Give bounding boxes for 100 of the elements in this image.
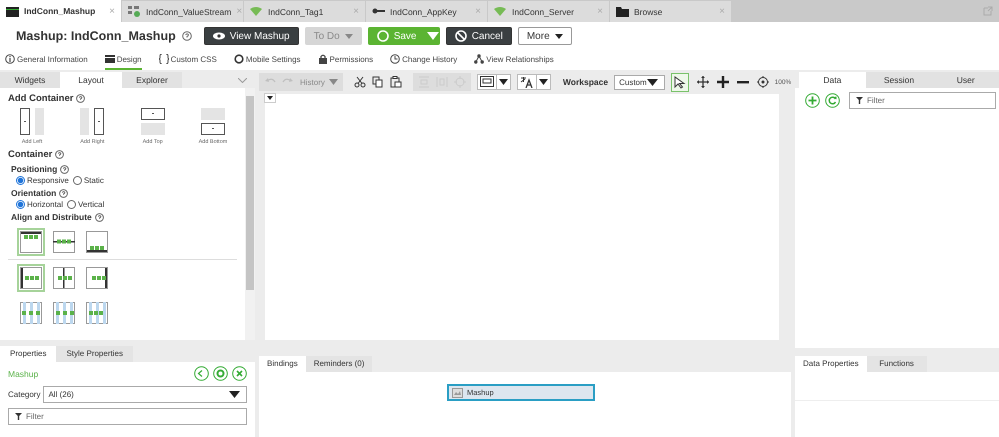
language-dropdown[interactable] bbox=[516, 74, 551, 90]
panel-tab[interactable]: Widgets bbox=[0, 72, 60, 88]
document-tab[interactable]: IndConn_AppKey × bbox=[366, 1, 487, 22]
alignment-icon bbox=[53, 267, 75, 289]
caret-icon bbox=[344, 34, 353, 38]
container-layout-icon[interactable] bbox=[20, 108, 44, 135]
nav-link[interactable]: View Relationships bbox=[474, 50, 554, 70]
container-layout-icon[interactable] bbox=[80, 108, 104, 135]
panel-tab[interactable]: Reminders (0) bbox=[306, 356, 372, 372]
panel-tab[interactable]: Explorer bbox=[122, 72, 182, 88]
filter-icon bbox=[15, 413, 22, 420]
document-tab[interactable]: IndConn_ValueStream × bbox=[122, 1, 243, 22]
pointer-icon bbox=[674, 76, 686, 88]
nav-link[interactable]: Custom CSS bbox=[158, 50, 217, 70]
help-icon bbox=[55, 150, 64, 159]
field-label: Workspace bbox=[562, 77, 608, 87]
window-icon bbox=[104, 54, 115, 64]
help-icon bbox=[182, 31, 192, 41]
align-option[interactable] bbox=[17, 264, 45, 292]
more-button[interactable]: More bbox=[518, 27, 572, 45]
zoom-in-icon[interactable] bbox=[716, 76, 729, 88]
caret-icon bbox=[328, 79, 338, 85]
cancel-button[interactable]: Cancel bbox=[446, 27, 512, 45]
nav-link[interactable]: General Information bbox=[5, 50, 88, 70]
panel-tab[interactable]: Functions bbox=[866, 356, 927, 372]
zoom-out-icon[interactable] bbox=[736, 80, 749, 84]
category-dropdown[interactable]: All (26) bbox=[43, 386, 247, 403]
document-tab[interactable]: IndConn_Mashup × bbox=[0, 0, 121, 22]
panel-tab[interactable]: Data Properties bbox=[795, 356, 867, 372]
radio-option[interactable]: Horizontal bbox=[16, 200, 64, 209]
pointer-tool[interactable] bbox=[670, 72, 689, 92]
caret-icon bbox=[538, 79, 548, 85]
cancel-icon bbox=[454, 30, 467, 42]
object-name: Mashup bbox=[8, 368, 38, 378]
align-option[interactable] bbox=[83, 228, 111, 256]
alignment-icon bbox=[20, 267, 42, 289]
panel-tab[interactable]: Session bbox=[866, 72, 932, 88]
wifi-icon bbox=[250, 6, 263, 17]
caret-icon bbox=[646, 78, 658, 86]
panel-tab[interactable]: Layout bbox=[60, 72, 122, 88]
scrollbar[interactable] bbox=[245, 88, 255, 340]
page-title: Mashup: IndConn_Mashup bbox=[16, 29, 176, 43]
nav-link[interactable]: Permissions bbox=[318, 50, 374, 70]
align-option[interactable] bbox=[17, 228, 45, 256]
radio-option[interactable]: Responsive bbox=[16, 176, 69, 185]
document-tab[interactable]: IndConn_Tag1 × bbox=[244, 1, 365, 22]
panel-tab[interactable]: Properties bbox=[0, 346, 56, 362]
nav-link[interactable]: Change History bbox=[390, 50, 458, 70]
panel-tab[interactable]: Bindings bbox=[259, 356, 306, 372]
section-heading: Positioning bbox=[11, 164, 58, 174]
copy-icon[interactable] bbox=[372, 76, 384, 88]
paste-icon[interactable] bbox=[390, 76, 402, 88]
folder-icon bbox=[616, 6, 629, 17]
info-icon bbox=[5, 54, 15, 64]
layout-icon bbox=[480, 76, 494, 88]
section-heading: Orientation bbox=[11, 188, 56, 198]
alignment-icon bbox=[86, 231, 108, 253]
cut-icon[interactable] bbox=[354, 76, 366, 88]
radio-option[interactable]: Static bbox=[72, 176, 104, 185]
circle-icon bbox=[376, 30, 389, 42]
add-icon[interactable] bbox=[805, 93, 820, 108]
alignment-icon bbox=[86, 302, 108, 324]
section-heading: Container bbox=[8, 149, 52, 160]
align-option[interactable] bbox=[83, 264, 111, 292]
help-icon bbox=[60, 164, 70, 174]
settings-icon[interactable] bbox=[213, 366, 228, 381]
alignment-icon bbox=[20, 302, 42, 324]
caret-icon bbox=[498, 79, 508, 85]
refresh-icon[interactable] bbox=[825, 93, 840, 108]
nav-link[interactable]: Mobile Settings bbox=[234, 50, 301, 70]
panel-tab[interactable]: User bbox=[932, 72, 999, 88]
document-tab[interactable]: Browse × bbox=[610, 1, 731, 22]
dropdown-toggle-icon[interactable] bbox=[264, 93, 276, 103]
language-icon bbox=[520, 76, 534, 88]
alignment-icon bbox=[53, 302, 75, 324]
lock-icon bbox=[318, 54, 328, 64]
layout-dropdown[interactable] bbox=[476, 74, 511, 90]
panel-tab[interactable]: Data bbox=[799, 72, 866, 88]
caret-icon bbox=[554, 34, 563, 38]
filter-field[interactable]: Filter bbox=[8, 408, 247, 425]
radio-option[interactable]: Vertical bbox=[67, 200, 104, 209]
tab-label: IndConn_Tag1 bbox=[268, 6, 324, 16]
filter-field[interactable]: Filter bbox=[849, 92, 996, 109]
document-tab[interactable]: IndConn_Server × bbox=[488, 1, 609, 22]
nav-link[interactable]: Design bbox=[104, 50, 142, 70]
workspace-dropdown[interactable]: Custom bbox=[614, 74, 665, 90]
external-link-icon bbox=[983, 6, 993, 16]
braces-icon bbox=[158, 54, 169, 64]
move-icon[interactable] bbox=[696, 76, 709, 88]
target-icon[interactable] bbox=[756, 76, 769, 88]
view-button[interactable]: View Mashup bbox=[204, 27, 299, 45]
align-option[interactable] bbox=[50, 264, 78, 292]
clock-icon bbox=[390, 54, 400, 64]
close-icon[interactable] bbox=[232, 366, 247, 381]
help-icon bbox=[94, 212, 104, 222]
container-layout-icon[interactable] bbox=[140, 108, 165, 135]
grid-icon bbox=[128, 6, 141, 17]
image-icon bbox=[452, 388, 463, 398]
panel-tab[interactable]: Style Properties bbox=[56, 346, 133, 362]
container-layout-icon[interactable] bbox=[200, 108, 225, 135]
